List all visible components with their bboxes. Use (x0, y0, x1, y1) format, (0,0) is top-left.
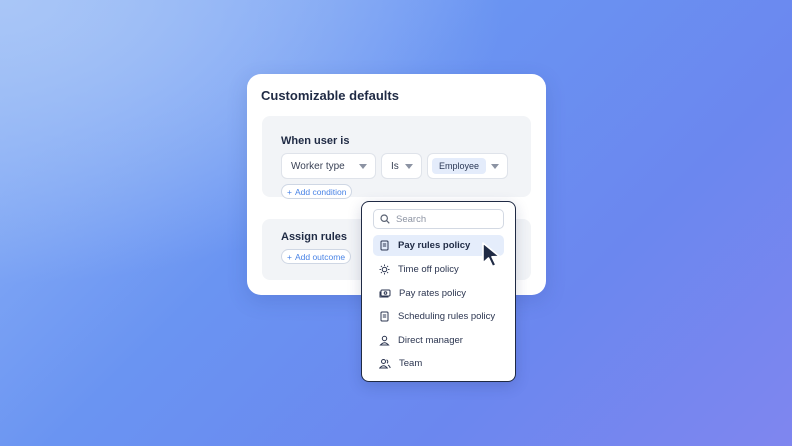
search-input[interactable]: Search (373, 209, 504, 229)
search-icon (380, 214, 390, 224)
menu-item-pay-rates-policy[interactable]: Pay rates policy (373, 283, 504, 304)
rules-dropdown: Search Pay rules policy Time off policy … (361, 201, 516, 382)
document-icon (380, 311, 389, 322)
when-heading: When user is (281, 135, 350, 147)
menu-item-label: Team (399, 358, 423, 369)
person-icon (379, 335, 390, 346)
menu-item-label: Pay rates policy (399, 288, 467, 299)
menu-item-team[interactable]: Team (373, 353, 504, 374)
operator-select[interactable]: Is (381, 153, 422, 179)
card-title: Customizable defaults (261, 88, 399, 103)
plus-icon: + (287, 251, 292, 262)
mouse-pointer-icon (482, 242, 501, 268)
menu-item-label: Pay rules policy (398, 240, 471, 251)
worker-type-value: Worker type (291, 160, 345, 172)
employee-chip: Employee (432, 158, 487, 174)
operator-value: Is (391, 160, 399, 172)
add-outcome-button[interactable]: + Add outcome (281, 249, 352, 264)
assign-heading: Assign rules (281, 231, 348, 243)
chevron-down-icon (491, 164, 499, 169)
add-condition-label: Add condition (294, 186, 347, 197)
menu-item-direct-manager[interactable]: Direct manager (373, 330, 504, 351)
plus-icon: + (287, 186, 292, 197)
search-placeholder: Search (396, 213, 427, 225)
add-outcome-label: Add outcome (294, 251, 346, 262)
team-icon (379, 359, 391, 369)
document-icon (380, 240, 389, 251)
worker-type-select[interactable]: Worker type (281, 153, 376, 179)
value-select[interactable]: Employee (427, 153, 508, 179)
menu-item-scheduling-rules-policy[interactable]: Scheduling rules policy (373, 306, 504, 327)
menu-item-label: Time off policy (398, 264, 459, 275)
chevron-down-icon (405, 164, 413, 169)
menu-item-label: Direct manager (398, 335, 463, 346)
cash-icon (379, 289, 391, 298)
menu-item-label: Scheduling rules policy (398, 311, 496, 322)
add-condition-button[interactable]: + Add condition (281, 184, 353, 199)
chevron-down-icon (359, 164, 367, 169)
sun-icon (379, 264, 390, 275)
